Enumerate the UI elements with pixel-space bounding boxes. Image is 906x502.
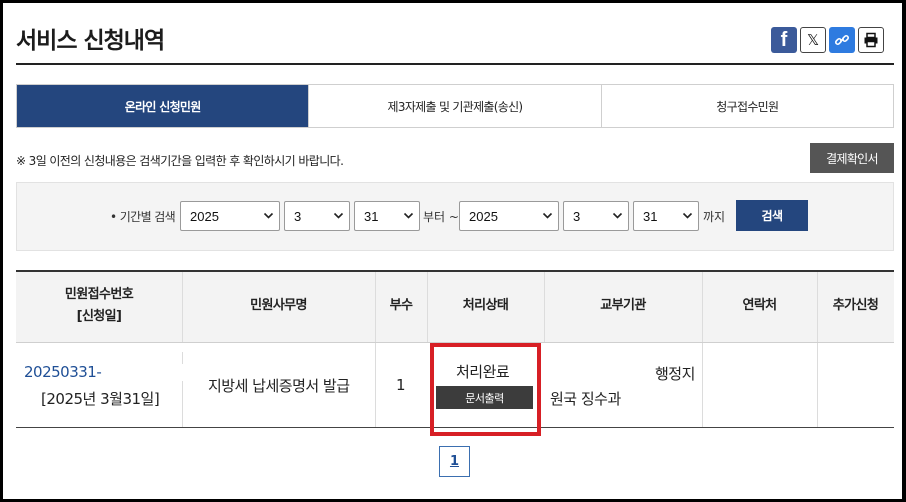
- service-name: 지방세 납세증명서 발급: [208, 377, 350, 395]
- header-receipt-number-label: 민원접수번호: [64, 287, 134, 302]
- range-to-label: 까지: [703, 210, 726, 224]
- search-button[interactable]: 검색: [736, 200, 808, 231]
- range-from-label: 부터 ~: [423, 210, 459, 224]
- facebook-icon[interactable]: f: [771, 27, 797, 53]
- page-title: 서비스 신청내역: [16, 28, 165, 54]
- header-issuing-agency: 교부기관: [600, 298, 646, 313]
- status-highlight-box: [430, 343, 541, 436]
- chevron-down-icon: [542, 212, 553, 219]
- agency-line-2: 원국 징수과: [550, 390, 621, 408]
- chevron-down-icon: [263, 212, 274, 219]
- title-divider: [16, 63, 894, 65]
- from-year-select[interactable]: 2025: [180, 201, 280, 231]
- pagination-page-1[interactable]: 1: [439, 446, 470, 477]
- header-contact: 연락처: [742, 298, 777, 313]
- search-panel: • 기간별 검색 2025 3 31 부터 ~ 2025 3 31 까지 검색: [16, 182, 894, 251]
- from-day-select[interactable]: 31: [354, 201, 420, 231]
- to-year-select[interactable]: 2025: [459, 201, 559, 231]
- to-year-value: 2025: [469, 208, 498, 224]
- search-label: • 기간별 검색: [110, 210, 176, 224]
- x-share-icon[interactable]: 𝕏: [800, 27, 826, 53]
- tab-bar: 온라인 신청민원 제3자제출 및 기관제출(송신) 청구접수민원: [16, 84, 894, 128]
- chevron-down-icon: [682, 212, 693, 219]
- to-month-value: 3: [573, 208, 581, 224]
- copies-count: 1: [396, 376, 406, 394]
- from-month-select[interactable]: 3: [284, 201, 350, 231]
- chevron-down-icon: [403, 212, 414, 219]
- tab-online-applications[interactable]: 온라인 신청민원: [17, 85, 309, 127]
- header-service-name: 민원사무명: [250, 298, 307, 313]
- from-day-value: 31: [364, 208, 379, 224]
- receipt-number-link[interactable]: 20250331-: [24, 363, 102, 381]
- payment-confirmation-button[interactable]: 결제확인서: [810, 143, 894, 173]
- notice-text: ※ 3일 이전의 신청내용은 검색기간을 입력한 후 확인하시기 바랍니다.: [16, 154, 344, 168]
- header-application-date-label: [신청일]: [76, 309, 122, 324]
- to-day-select[interactable]: 31: [633, 201, 699, 231]
- from-year-value: 2025: [190, 208, 219, 224]
- share-buttons: f 𝕏: [771, 27, 884, 53]
- application-date: [2025년 3월31일]: [41, 390, 160, 408]
- page-frame: 서비스 신청내역 f 𝕏 온라인 신청민원 제3자제출 및 기관제출(송신) 청…: [3, 3, 902, 499]
- from-month-value: 3: [294, 208, 302, 224]
- link-copy-icon[interactable]: [829, 27, 855, 53]
- print-icon[interactable]: [858, 27, 884, 53]
- to-month-select[interactable]: 3: [563, 201, 629, 231]
- agency-line-1: 행정지: [655, 365, 695, 383]
- chevron-down-icon: [333, 212, 344, 219]
- header-extra-request: 추가신청: [832, 298, 879, 313]
- to-day-value: 31: [643, 208, 658, 224]
- chevron-down-icon: [612, 212, 623, 219]
- tab-claim-applications[interactable]: 청구접수민원: [600, 85, 893, 127]
- header-receipt-number: 민원접수번호 [신청일]: [16, 270, 182, 342]
- header-status: 처리상태: [462, 298, 509, 313]
- header-copies: 부수: [389, 298, 413, 313]
- tab-third-party-submission[interactable]: 제3자제출 및 기관제출(송신): [308, 85, 600, 127]
